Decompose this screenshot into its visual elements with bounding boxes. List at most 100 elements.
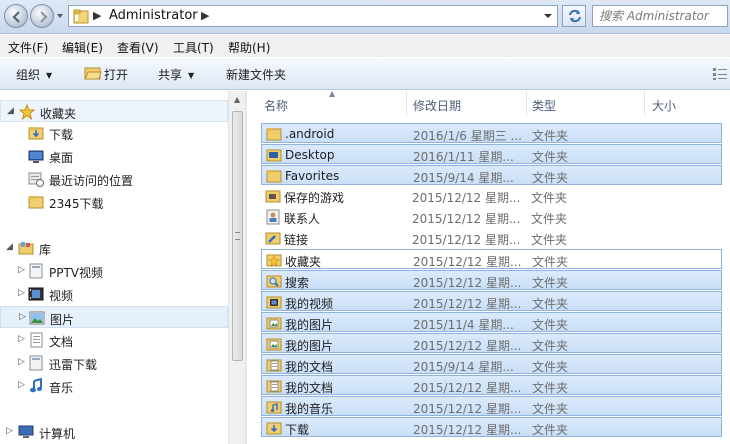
nav-item-documents[interactable]: ▷ 文档 — [0, 329, 228, 351]
collapsed-triangle-icon[interactable]: ▷ — [18, 265, 25, 275]
nav-item-pptv-video[interactable]: ▷ PPTV视频 — [0, 260, 228, 282]
column-divider[interactable] — [406, 91, 407, 116]
expanded-triangle-icon[interactable]: ◢ — [7, 106, 14, 116]
back-arrow-icon — [12, 11, 20, 23]
nav-favorites[interactable]: ◢ 收藏夹 — [0, 100, 228, 122]
scroll-up-arrow-icon[interactable]: ▲ — [234, 95, 240, 104]
new-folder-button[interactable]: 新建文件夹 — [226, 66, 286, 83]
collapsed-triangle-icon[interactable]: ▷ — [18, 334, 25, 344]
video-library-icon — [28, 287, 44, 301]
nav-item-label: 最近访问的位置 — [49, 174, 134, 188]
music-folder-icon — [266, 401, 282, 414]
address-field[interactable]: ▶ Administrator ▶ — [68, 5, 558, 27]
file-row[interactable]: 搜索 2015/12/12 星期... 文件夹 — [261, 270, 722, 290]
collapsed-triangle-icon[interactable]: ▷ — [18, 357, 25, 367]
music-note-icon — [30, 378, 42, 393]
collapsed-triangle-icon[interactable]: ▷ — [6, 426, 13, 436]
menu-edit[interactable]: 编辑(E) — [62, 39, 103, 56]
scrollbar-thumb[interactable] — [232, 111, 243, 361]
recent-pages-chevron-icon[interactable] — [56, 12, 64, 20]
navigation-pane: ◢ 收藏夹 下载 桌面 最近访问的位置 2345下载 ◢ 库 ▷ PPTV视频 … — [0, 91, 245, 444]
command-bar: 组织 ▼ 打开 共享 ▼ 新建文件夹 — [0, 58, 730, 90]
nav-item-2345-downloads[interactable]: 2345下载 — [0, 191, 228, 213]
nav-computer[interactable]: ▷ 计算机 — [0, 421, 228, 443]
nav-libraries[interactable]: ◢ 库 — [0, 237, 228, 259]
collapsed-triangle-icon[interactable]: ▷ — [18, 380, 25, 390]
column-header-type[interactable]: 类型 — [532, 97, 556, 114]
file-row[interactable]: 保存的游戏 2015/12/12 星期... 文件夹 — [261, 186, 722, 206]
menu-tools[interactable]: 工具(T) — [173, 39, 214, 56]
nav-item-label: PPTV视频 — [49, 266, 104, 280]
file-row[interactable]: 我的图片 2015/12/12 星期... 文件夹 — [261, 333, 722, 353]
pictures-folder-icon — [266, 338, 282, 351]
file-row[interactable]: 下载 2015/12/12 星期... 文件夹 — [261, 417, 722, 437]
column-divider[interactable] — [644, 91, 645, 116]
file-row[interactable]: Desktop 2016/1/11 星期... 文件夹 — [261, 144, 722, 164]
file-date-modified: 2015/12/12 星期... — [412, 233, 521, 247]
view-options-icon[interactable] — [712, 67, 728, 81]
file-row[interactable]: 链接 2015/12/12 星期... 文件夹 — [261, 228, 722, 248]
menu-file[interactable]: 文件(F) — [8, 39, 48, 56]
column-header-size[interactable]: 大小 — [652, 97, 676, 114]
star-icon — [19, 104, 35, 120]
file-row[interactable]: 联系人 2015/12/12 星期... 文件夹 — [261, 207, 722, 227]
column-header-date[interactable]: 修改日期 — [413, 97, 461, 114]
file-row[interactable]: Favorites 2015/9/14 星期... 文件夹 — [261, 165, 722, 185]
nav-computer-label: 计算机 — [39, 427, 76, 441]
nav-libraries-label: 库 — [39, 243, 52, 257]
file-name: Favorites — [285, 169, 340, 183]
file-date-modified: 2015/12/12 星期... — [413, 381, 522, 395]
nav-item-pictures[interactable]: ▷ 图片 — [0, 306, 228, 328]
libraries-icon — [18, 242, 34, 255]
nav-item-desktop[interactable]: 桌面 — [0, 145, 228, 167]
share-button[interactable]: 共享 ▼ — [158, 66, 194, 83]
file-row[interactable]: 我的图片 2015/11/4 星期... 文件夹 — [261, 312, 722, 332]
file-type: 文件夹 — [531, 212, 568, 226]
file-name: 我的视频 — [285, 297, 334, 311]
breadcrumb-separator-icon[interactable]: ▶ — [201, 9, 209, 22]
file-row[interactable]: 我的音乐 2015/12/12 星期... 文件夹 — [261, 396, 722, 416]
refresh-button[interactable] — [562, 5, 586, 27]
breadcrumb-administrator[interactable]: Administrator — [109, 8, 198, 23]
search-box[interactable] — [592, 5, 729, 27]
open-folder-icon[interactable] — [84, 65, 102, 81]
file-row[interactable]: .android 2016/1/6 星期三 ... 文件夹 — [261, 123, 722, 143]
file-row[interactable]: 我的文档 2015/9/14 星期... 文件夹 — [261, 354, 722, 374]
nav-item-downloads[interactable]: 下载 — [0, 122, 228, 144]
file-date-modified: 2015/12/12 星期... — [413, 255, 522, 269]
file-type: 文件夹 — [532, 171, 569, 185]
column-header-name[interactable]: 名称 — [264, 97, 288, 114]
file-row[interactable]: 收藏夹 2015/12/12 星期... 文件夹 — [261, 249, 722, 269]
search-input[interactable] — [593, 6, 729, 26]
expanded-triangle-icon[interactable]: ◢ — [6, 242, 13, 252]
file-name: 搜索 — [285, 276, 310, 290]
menu-view[interactable]: 查看(V) — [117, 39, 159, 56]
file-type: 文件夹 — [531, 233, 568, 247]
file-row[interactable]: 我的文档 2015/12/12 星期... 文件夹 — [261, 375, 722, 395]
organize-button[interactable]: 组织 ▼ — [16, 66, 52, 83]
file-date-modified: 2015/11/4 星期... — [413, 318, 514, 332]
menu-help[interactable]: 帮助(H) — [228, 39, 270, 56]
grip-icon — [235, 232, 240, 240]
collapsed-triangle-icon[interactable]: ▷ — [19, 312, 26, 322]
nav-item-label: 视频 — [49, 289, 74, 303]
favorites-folder-icon — [266, 254, 282, 267]
nav-item-music[interactable]: ▷ 音乐 — [0, 375, 228, 397]
nav-favorites-label: 收藏夹 — [40, 107, 77, 121]
forward-button[interactable] — [30, 4, 54, 28]
chevron-down-icon: ▼ — [188, 71, 195, 80]
file-date-modified: 2015/12/12 星期... — [413, 402, 522, 416]
column-divider[interactable] — [526, 91, 527, 116]
nav-item-thunder-downloads[interactable]: ▷ 迅雷下载 — [0, 352, 228, 374]
back-button[interactable] — [4, 4, 28, 28]
file-date-modified: 2015/12/12 星期... — [413, 276, 522, 290]
file-row[interactable]: 我的视频 2015/12/12 星期... 文件夹 — [261, 291, 722, 311]
breadcrumb-separator-icon[interactable]: ▶ — [93, 9, 101, 22]
navigation-scrollbar[interactable]: ▲ — [228, 91, 245, 444]
collapsed-triangle-icon[interactable]: ▷ — [18, 288, 25, 298]
file-type: 文件夹 — [532, 402, 569, 416]
nav-item-videos[interactable]: ▷ 视频 — [0, 283, 228, 305]
nav-item-recent-places[interactable]: 最近访问的位置 — [0, 168, 228, 190]
address-history-chevron-icon[interactable] — [543, 11, 553, 21]
open-button[interactable]: 打开 — [104, 66, 128, 83]
